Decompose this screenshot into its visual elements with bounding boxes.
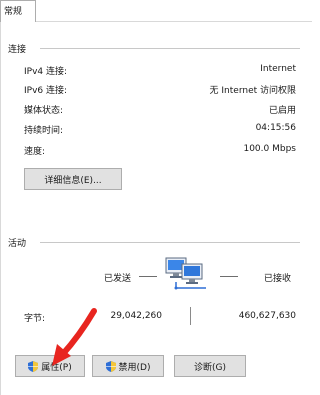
diagnose-button[interactable]: 诊断(G) (174, 355, 246, 377)
info-row-ipv6: IPv6 连接: 无 Internet 访问权限 (24, 83, 296, 97)
info-row-duration: 持续时间: 04:15:56 (24, 123, 296, 137)
connection-group-rule (40, 48, 300, 49)
connection-group-title: 连接 (8, 45, 27, 55)
received-label: 已接收 (264, 274, 292, 284)
row-key: 速度: (24, 147, 46, 157)
uac-shield-icon (28, 360, 39, 372)
bytes-label: 字节: (24, 314, 46, 324)
disable-button-label: 禁用(D) (118, 362, 151, 373)
sent-label: 已发送 (104, 274, 132, 284)
properties-button[interactable]: 属性(P) (15, 355, 85, 377)
row-key: IPv6 连接: (24, 86, 68, 96)
bytes-sent-value: 29,042,260 (110, 311, 162, 321)
received-dash (220, 276, 238, 277)
row-key: 持续时间: (24, 126, 64, 136)
info-row-speed: 速度: 100.0 Mbps (24, 144, 296, 158)
bytes-received-value: 460,627,630 (238, 311, 296, 321)
info-row-ipv4: IPv4 连接: Internet (24, 64, 296, 78)
row-key: 媒体状态: (24, 106, 64, 116)
uac-shield-icon (105, 360, 116, 372)
sent-dash (139, 276, 157, 277)
row-value: 04:15:56 (255, 123, 296, 133)
properties-button-label: 属性(P) (41, 362, 72, 373)
row-key: IPv4 连接: (24, 67, 68, 77)
row-value: 已启用 (268, 106, 296, 116)
info-row-media-state: 媒体状态: 已启用 (24, 103, 296, 117)
disable-button[interactable]: 禁用(D) (92, 355, 164, 377)
row-value: 无 Internet 访问权限 (209, 86, 296, 96)
row-value: Internet (260, 64, 296, 74)
activity-group-title: 活动 (8, 239, 27, 249)
details-button[interactable]: 详细信息(E)... (24, 168, 122, 190)
row-value: 100.0 Mbps (243, 144, 296, 154)
tab-general[interactable]: 常规 (0, 0, 36, 22)
network-activity-icon (165, 257, 206, 290)
activity-group-rule (40, 242, 300, 243)
bytes-separator (190, 307, 191, 325)
